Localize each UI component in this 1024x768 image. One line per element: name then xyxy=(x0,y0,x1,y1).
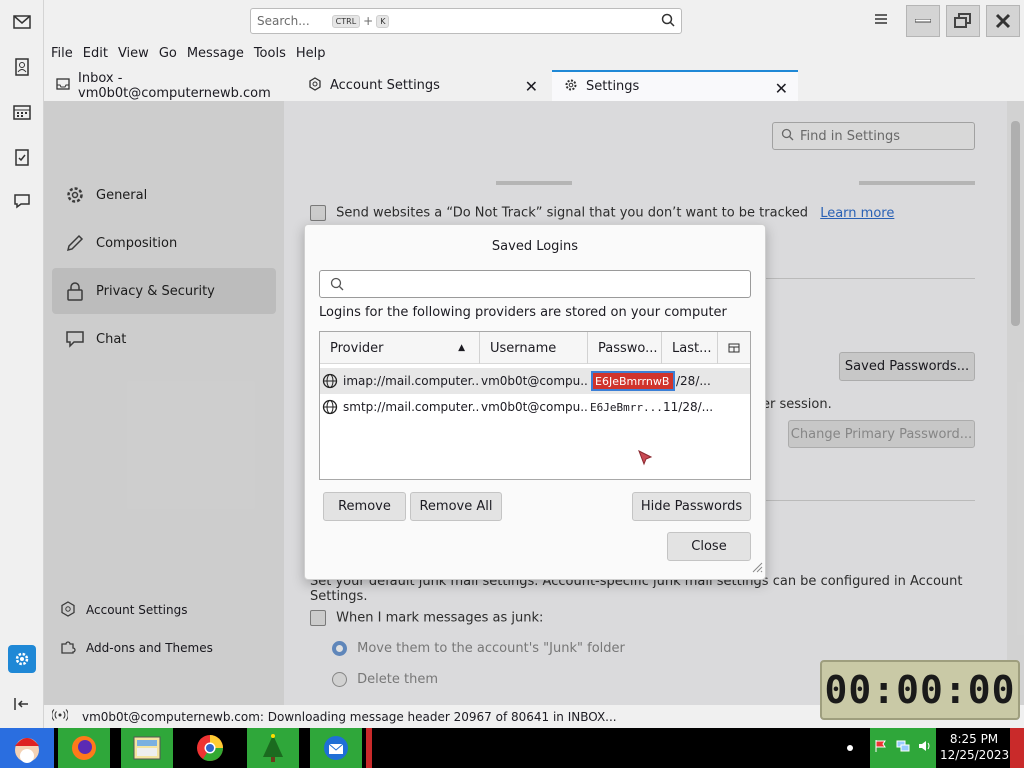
calendar-icon[interactable] xyxy=(8,98,36,126)
network-icon[interactable] xyxy=(896,739,910,757)
kbd-k: K xyxy=(376,14,390,28)
last-used-cell: 11/28/... xyxy=(663,400,714,414)
show-desktop-button[interactable] xyxy=(1010,728,1024,768)
minimize-button[interactable] xyxy=(906,5,940,37)
resize-grip-icon[interactable] xyxy=(751,561,763,577)
provider-cell: imap://mail.computer... xyxy=(343,374,479,388)
close-tab-icon[interactable]: ✕ xyxy=(525,77,538,96)
username-cell: vm0b0t@compu... xyxy=(481,400,587,414)
taskbar-time: 8:25 PM xyxy=(949,732,999,746)
password-edit-field[interactable]: E6JeBmrrnwB xyxy=(591,371,675,391)
mouse-cursor-icon xyxy=(638,449,654,470)
menu-file[interactable]: File xyxy=(51,46,73,61)
tray-dot xyxy=(846,728,854,768)
volume-icon[interactable] xyxy=(918,739,932,757)
table-row[interactable]: imap://mail.computer... vm0b0t@compu... … xyxy=(320,368,750,394)
column-provider-label: Provider xyxy=(330,340,384,356)
online-status-icon[interactable] xyxy=(51,709,69,724)
chrome-taskbar-icon[interactable] xyxy=(184,728,236,768)
stopwatch-widget[interactable]: 00:00:00 xyxy=(820,660,1020,720)
status-text: vm0b0t@computernewb.com: Downloading mes… xyxy=(82,709,617,724)
column-password[interactable]: Passwo... xyxy=(588,332,662,364)
menu-help[interactable]: Help xyxy=(296,46,326,61)
taskbar-divider xyxy=(366,728,372,768)
sort-ascending-icon: ▲ xyxy=(458,343,465,353)
file-manager-taskbar-icon[interactable] xyxy=(121,728,173,768)
provider-cell: smtp://mail.computer... xyxy=(343,400,479,414)
tab-account-settings-label: Account Settings xyxy=(330,78,440,93)
tab-inbox-label: Inbox - vm0b0t@computernewb.com xyxy=(78,70,271,101)
flag-icon[interactable] xyxy=(874,739,888,757)
close-tab-icon[interactable]: ✕ xyxy=(775,79,788,98)
taskbar: 8:25 PM 12/25/2023 xyxy=(0,728,1024,768)
dialog-title: Saved Logins xyxy=(491,239,579,254)
account-settings-icon xyxy=(308,76,322,95)
table-row[interactable]: smtp://mail.computer... vm0b0t@compu... … xyxy=(320,394,750,420)
title-bar: Search... CTRL + K xyxy=(44,0,1024,42)
last-used-cell: /28/... xyxy=(676,374,711,388)
tasks-icon[interactable] xyxy=(8,143,36,171)
username-cell: vm0b0t@compu... xyxy=(481,374,587,388)
menu-edit[interactable]: Edit xyxy=(83,46,108,61)
kbd-ctrl: CTRL xyxy=(331,14,361,28)
password-cell: E6JeBmrrnwB xyxy=(591,368,677,394)
thunderbird-taskbar-icon[interactable] xyxy=(310,728,362,768)
logins-search-input[interactable] xyxy=(319,270,751,298)
tab-inbox[interactable]: Inbox - vm0b0t@computernewb.com xyxy=(44,70,294,101)
taskbar-date: 12/25/2023 xyxy=(940,748,1010,762)
hide-passwords-button[interactable]: Hide Passwords xyxy=(632,492,751,521)
maximize-button[interactable] xyxy=(946,5,980,37)
taskbar-clock[interactable]: 8:25 PM 12/25/2023 xyxy=(940,731,1010,763)
dialog-info: Logins for the following providers are s… xyxy=(319,305,727,320)
logins-table: Provider ▲ Username Passwo... Last... im… xyxy=(319,331,751,480)
close-window-button[interactable] xyxy=(986,5,1020,37)
search-icon xyxy=(661,13,675,30)
menu-message[interactable]: Message xyxy=(187,46,244,61)
search-placeholder: Search... xyxy=(257,14,310,28)
settings-gear-icon[interactable] xyxy=(8,645,36,673)
settings-tab-icon xyxy=(564,78,578,96)
kbd-plus: + xyxy=(363,14,374,28)
collapse-spaces-icon[interactable] xyxy=(8,690,36,718)
menu-go[interactable]: Go xyxy=(159,46,177,61)
globe-icon xyxy=(322,368,342,394)
remove-button[interactable]: Remove xyxy=(323,492,406,521)
column-provider[interactable]: Provider ▲ xyxy=(320,332,480,364)
inbox-icon xyxy=(56,77,70,94)
start-button[interactable] xyxy=(0,728,54,768)
system-tray xyxy=(870,728,936,768)
christmas-tree-taskbar-icon[interactable] xyxy=(247,728,299,768)
remove-all-button[interactable]: Remove All xyxy=(410,492,502,521)
column-picker-icon[interactable] xyxy=(718,332,750,364)
spaces-toolbar xyxy=(0,0,44,728)
close-button[interactable]: Close xyxy=(667,532,751,561)
saved-logins-dialog: Saved Logins Logins for the following pr… xyxy=(304,224,766,580)
tab-settings[interactable]: Settings ✕ xyxy=(552,70,798,101)
column-username[interactable]: Username xyxy=(480,332,588,364)
column-last-used[interactable]: Last... xyxy=(662,332,718,364)
mail-icon[interactable] xyxy=(8,8,36,36)
menu-bar: File Edit View Go Message Tools Help xyxy=(44,42,1024,64)
table-header: Provider ▲ Username Passwo... Last... xyxy=(320,332,750,364)
globe-icon xyxy=(322,394,342,420)
tab-account-settings[interactable]: Account Settings ✕ xyxy=(296,70,548,101)
app-menu-icon[interactable] xyxy=(874,12,890,28)
tab-bar: Inbox - vm0b0t@computernewb.com Account … xyxy=(44,68,1024,101)
menu-view[interactable]: View xyxy=(118,46,149,61)
password-cell: E6JeBmrr... xyxy=(590,400,662,414)
stopwatch-display: 00:00:00 xyxy=(824,668,1016,712)
address-book-icon[interactable] xyxy=(8,53,36,81)
search-icon xyxy=(330,277,344,295)
firefox-taskbar-icon[interactable] xyxy=(58,728,110,768)
tab-settings-label: Settings xyxy=(586,79,640,94)
global-search-input[interactable]: Search... CTRL + K xyxy=(250,8,682,34)
menu-tools[interactable]: Tools xyxy=(254,46,286,61)
chat-icon[interactable] xyxy=(8,187,36,215)
